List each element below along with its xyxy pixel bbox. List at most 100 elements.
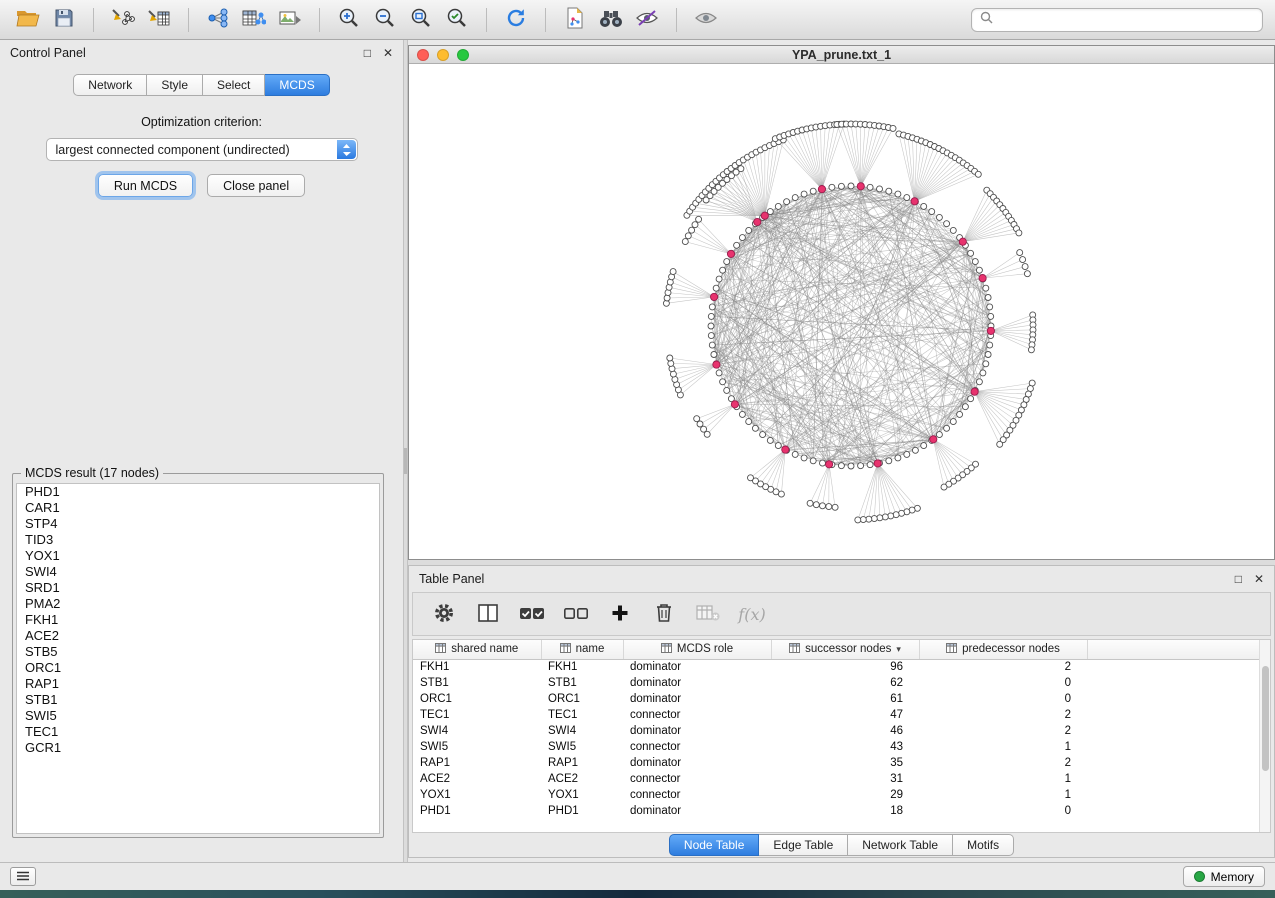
zoom-in-button[interactable] <box>333 5 365 35</box>
search-box[interactable] <box>971 8 1263 32</box>
cell-successor-nodes: 62 <box>771 675 919 691</box>
table-row[interactable]: PHD1PHD1dominator180 <box>413 803 1270 819</box>
tab-edge-table[interactable]: Edge Table <box>759 834 848 856</box>
table-vertical-scrollbar[interactable] <box>1259 640 1270 832</box>
cell-name: SWI5 <box>541 739 623 755</box>
column-header-mcds-role[interactable]: MCDS role <box>623 640 771 659</box>
cell-shared-name: FKH1 <box>413 659 541 675</box>
zoom-selected-button[interactable] <box>441 5 473 35</box>
table-settings-button[interactable] <box>427 597 461 631</box>
column-header-name[interactable]: name <box>541 640 623 659</box>
mcds-result-item[interactable]: TEC1 <box>17 724 379 740</box>
import-network-button[interactable] <box>107 5 139 35</box>
tab-motifs[interactable]: Motifs <box>953 834 1014 856</box>
mcds-result-item[interactable]: GCR1 <box>17 740 379 756</box>
column-layout-icon <box>477 603 499 626</box>
export-network-button[interactable] <box>559 5 591 35</box>
import-table-button[interactable] <box>143 5 175 35</box>
open-session-button[interactable] <box>12 5 44 35</box>
table-column-icon <box>661 643 672 656</box>
table-row[interactable]: ACE2ACE2connector311 <box>413 771 1270 787</box>
mcds-result-item[interactable]: SRD1 <box>17 580 379 596</box>
tab-mcds[interactable]: MCDS <box>265 74 329 96</box>
close-panel-button[interactable]: Close panel <box>207 174 305 197</box>
mcds-result-item[interactable]: FKH1 <box>17 612 379 628</box>
select-all-button[interactable] <box>515 597 549 631</box>
table-row[interactable]: TEC1TEC1connector472 <box>413 707 1270 723</box>
save-session-button[interactable] <box>48 5 80 35</box>
tab-select[interactable]: Select <box>203 74 265 96</box>
delete-table-button[interactable] <box>691 597 725 631</box>
cell-predecessor-nodes: 2 <box>919 755 1087 771</box>
refresh-layout-button[interactable] <box>500 5 532 35</box>
run-mcds-button[interactable]: Run MCDS <box>98 174 193 197</box>
table-row[interactable]: FKH1FKH1dominator962 <box>413 659 1270 675</box>
mcds-result-item[interactable]: STB5 <box>17 644 379 660</box>
mcds-result-item[interactable]: ACE2 <box>17 628 379 644</box>
mcds-result-item[interactable]: ORC1 <box>17 660 379 676</box>
find-binoculars-icon <box>598 8 624 31</box>
cell-name: FKH1 <box>541 659 623 675</box>
mcds-result-item[interactable]: YOX1 <box>17 548 379 564</box>
new-network-button[interactable] <box>202 5 234 35</box>
mcds-result-item[interactable]: TID3 <box>17 532 379 548</box>
zoom-out-button[interactable] <box>369 5 401 35</box>
search-input[interactable] <box>999 13 1254 27</box>
export-network-icon <box>565 7 585 32</box>
export-image-button[interactable] <box>274 5 306 35</box>
table-row[interactable]: YOX1YOX1connector291 <box>413 787 1270 803</box>
table-row[interactable]: STB1STB1dominator620 <box>413 675 1270 691</box>
maximize-window-icon[interactable] <box>457 49 469 61</box>
tab-network-table[interactable]: Network Table <box>848 834 953 856</box>
splitter-handle[interactable] <box>404 448 407 474</box>
column-label: shared name <box>451 643 518 655</box>
function-builder-button[interactable]: f(x) <box>735 597 769 631</box>
delete-column-button[interactable] <box>647 597 681 631</box>
column-header-predecessor-nodes[interactable]: predecessor nodes <box>919 640 1087 659</box>
float-panel-icon[interactable]: □ <box>364 47 371 59</box>
tab-node-table[interactable]: Node Table <box>669 834 760 856</box>
table-panel: Table Panel □ ✕ f(x) shared namenameMCDS… <box>408 565 1275 858</box>
node-table-body: FKH1FKH1dominator962STB1STB1dominator620… <box>413 659 1270 819</box>
table-row[interactable]: ORC1ORC1dominator610 <box>413 691 1270 707</box>
show-graphics-button[interactable] <box>690 5 722 35</box>
cell-filler <box>1087 755 1270 771</box>
mcds-result-item[interactable]: SWI4 <box>17 564 379 580</box>
new-table-button[interactable] <box>238 5 270 35</box>
zoom-fit-button[interactable] <box>405 5 437 35</box>
network-canvas[interactable] <box>409 64 1274 559</box>
column-layout-button[interactable] <box>471 597 505 631</box>
close-window-icon[interactable] <box>417 49 429 61</box>
mcds-result-item[interactable]: SWI5 <box>17 708 379 724</box>
toggle-graphics-button[interactable] <box>631 5 663 35</box>
column-header-successor-nodes[interactable]: successor nodes▾ <box>771 640 919 659</box>
new-table-icon <box>242 8 266 31</box>
close-panel-icon[interactable]: ✕ <box>1254 573 1264 585</box>
mcds-result-list[interactable]: PHD1CAR1STP4TID3YOX1SWI4SRD1PMA2FKH1ACE2… <box>16 483 380 834</box>
close-panel-icon[interactable]: ✕ <box>383 47 393 59</box>
mcds-result-item[interactable]: STP4 <box>17 516 379 532</box>
tab-style[interactable]: Style <box>147 74 203 96</box>
panel-menu-button[interactable] <box>10 867 36 886</box>
mcds-result-item[interactable]: PHD1 <box>17 484 379 500</box>
tab-network[interactable]: Network <box>73 74 147 96</box>
mcds-result-item[interactable]: CAR1 <box>17 500 379 516</box>
network-window-titlebar[interactable]: YPA_prune.txt_1 <box>409 46 1274 64</box>
table-row[interactable]: SWI4SWI4dominator462 <box>413 723 1270 739</box>
table-row[interactable]: SWI5SWI5connector431 <box>413 739 1270 755</box>
scrollbar-thumb[interactable] <box>1262 666 1269 771</box>
float-panel-icon[interactable]: □ <box>1235 573 1242 585</box>
table-row[interactable]: RAP1RAP1dominator352 <box>413 755 1270 771</box>
add-column-button[interactable] <box>603 597 637 631</box>
deselect-all-button[interactable] <box>559 597 593 631</box>
mcds-result-item[interactable]: STB1 <box>17 692 379 708</box>
toolbar-separator <box>93 8 94 32</box>
find-button[interactable] <box>595 5 627 35</box>
column-menu-arrow-icon[interactable]: ▾ <box>896 644 901 655</box>
column-header-shared-name[interactable]: shared name <box>413 640 541 659</box>
optimization-criterion-select[interactable]: largest connected component (undirected) <box>46 138 358 161</box>
minimize-window-icon[interactable] <box>437 49 449 61</box>
memory-button[interactable]: Memory <box>1183 866 1265 887</box>
mcds-result-item[interactable]: PMA2 <box>17 596 379 612</box>
mcds-result-item[interactable]: RAP1 <box>17 676 379 692</box>
